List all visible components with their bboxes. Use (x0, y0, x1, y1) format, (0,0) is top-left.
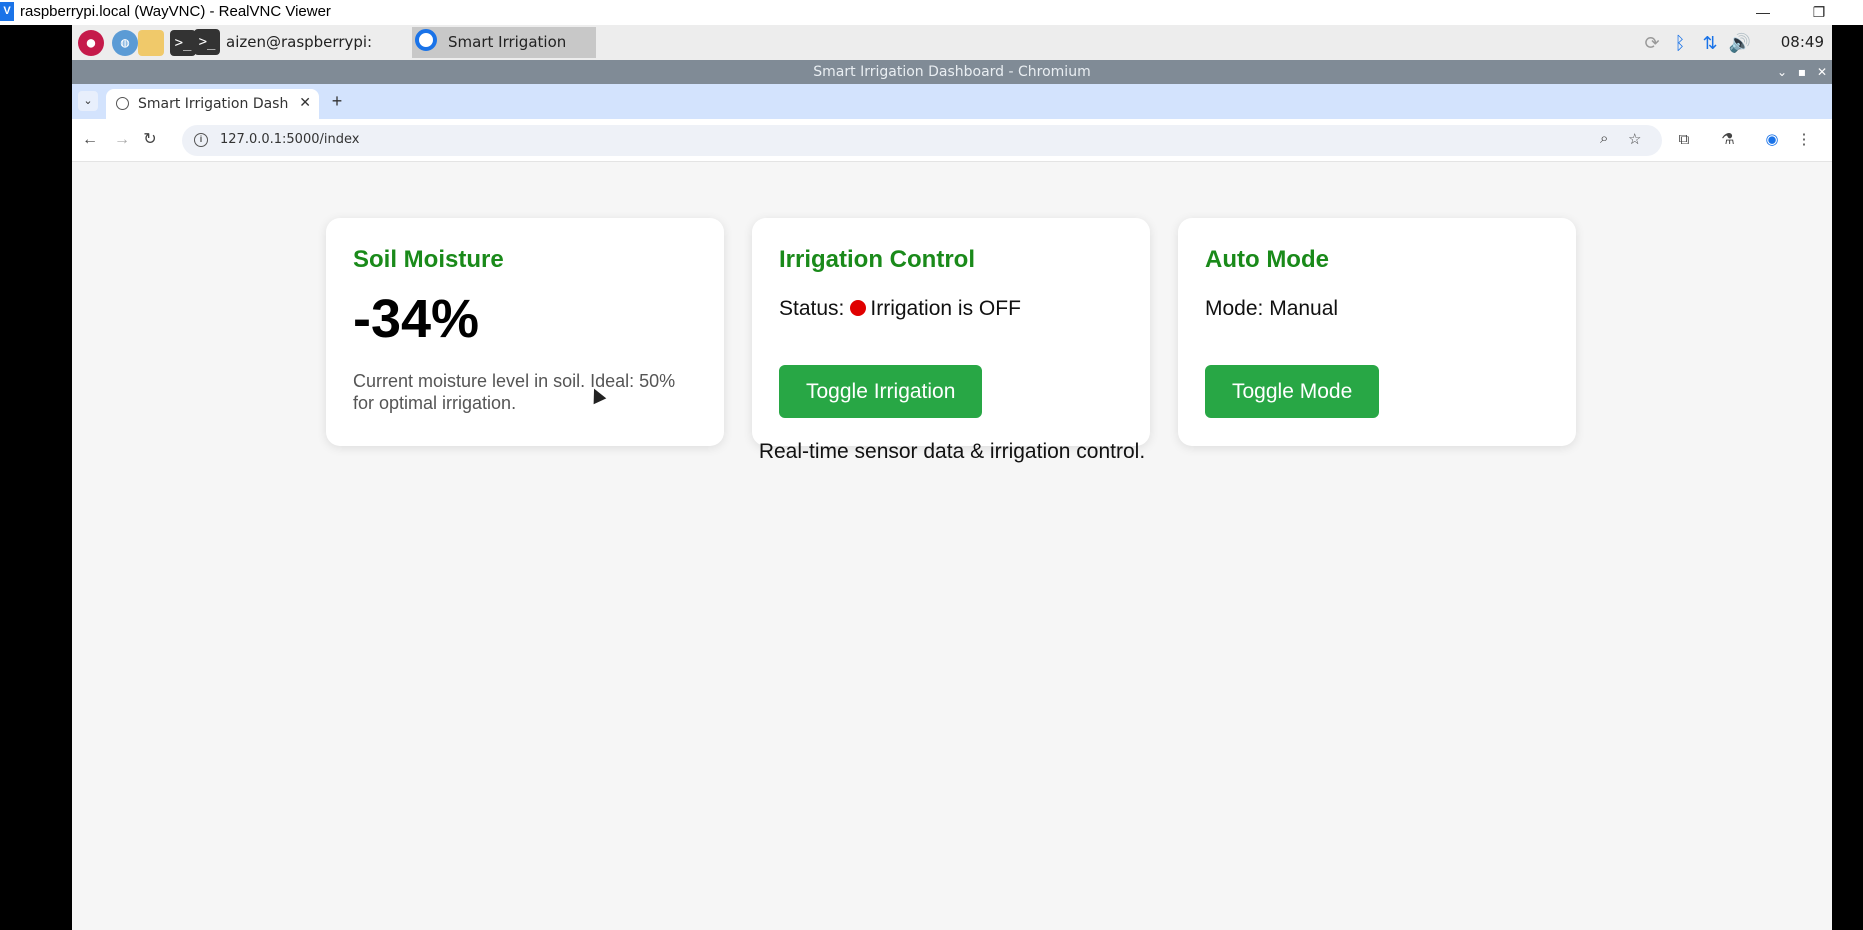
soil-moisture-value: -34% (353, 289, 480, 349)
globe-icon (116, 97, 129, 110)
url-text[interactable]: 127.0.0.1:5000/index (220, 132, 359, 147)
auto-mode-title: Auto Mode (1205, 246, 1329, 273)
window-title-text: Smart Irrigation Dashboard - Chromium (813, 64, 1091, 80)
file-manager-icon[interactable] (138, 30, 164, 56)
terminal-icon: >_ (194, 29, 220, 55)
vnc-title-bar: V raspberrypi.local (WayVNC) - RealVNC V… (0, 0, 1863, 25)
zoom-icon[interactable]: ⌕ (1600, 130, 1608, 147)
reload-icon[interactable]: ↻ (140, 130, 160, 150)
status-label: Status: (779, 297, 845, 320)
vnc-minimize-button[interactable]: — (1740, 0, 1786, 25)
taskbar-terminal-task[interactable]: >_ aizen@raspberrypi: ~ (194, 27, 372, 82)
pi-taskbar: ● ◍ >_ >_ aizen@raspberrypi: ~ Smart Irr… (72, 25, 1832, 82)
vnc-restore-button[interactable]: ❐ (1796, 0, 1842, 25)
tab-smart-irrigation[interactable]: Smart Irrigation Dashboard ✕ (106, 89, 319, 119)
web-browser-icon[interactable]: ◍ (112, 30, 138, 56)
soil-moisture-card: Soil Moisture -34% Current moisture leve… (326, 218, 724, 446)
forward-arrow-icon[interactable]: → (112, 130, 132, 150)
toggle-mode-button[interactable]: Toggle Mode (1205, 365, 1380, 418)
realvnc-logo-icon: V (0, 2, 14, 21)
toggle-irrigation-button[interactable]: Toggle Irrigation (779, 365, 983, 418)
terminal-icon[interactable]: >_ (170, 30, 196, 56)
profile-icon[interactable]: ◉ (1762, 130, 1782, 150)
new-tab-button[interactable]: + (327, 91, 347, 112)
bookmark-star-icon[interactable]: ☆ (1628, 130, 1641, 148)
chromium-icon (415, 29, 437, 51)
window-maximize-icon[interactable]: ▪ (1792, 60, 1812, 84)
labs-flask-icon[interactable]: ⚗ (1718, 130, 1738, 150)
irrigation-control-title: Irrigation Control (779, 246, 975, 273)
status-off-indicator (850, 300, 867, 316)
auto-mode-card: Auto Mode Mode: Manual Toggle Mode (1178, 218, 1576, 446)
taskbar-browser-task[interactable]: Smart Irrigation Das.. (412, 27, 596, 82)
mode-text: Mode: Manual (1205, 297, 1339, 320)
network-icon[interactable]: ⇅ (1698, 31, 1722, 55)
window-close-icon[interactable]: ✕ (1812, 60, 1832, 84)
sync-icon[interactable]: ⟳ (1640, 31, 1664, 55)
tab-search-chevron-icon[interactable]: ⌄ (78, 91, 98, 111)
bluetooth-icon[interactable]: ᛒ (1668, 31, 1692, 55)
site-info-icon[interactable]: i (194, 133, 208, 147)
browser-window-title: Smart Irrigation Dashboard - Chromium ⌄ … (72, 60, 1832, 84)
soil-moisture-title: Soil Moisture (353, 246, 504, 273)
irrigation-status: Status: Irrigation is OFF (779, 297, 1021, 321)
tab-close-icon[interactable]: ✕ (299, 94, 311, 111)
remote-desktop: ● ◍ >_ >_ aizen@raspberrypi: ~ Smart Irr… (72, 25, 1832, 930)
back-arrow-icon[interactable]: ← (80, 130, 100, 150)
browser-toolbar: ← → ↻ i 127.0.0.1:5000/index ⌕ ☆ ⧉ ⚗ ◉ ⋮ (72, 119, 1832, 162)
volume-icon[interactable]: 🔊 (1728, 31, 1752, 55)
clock[interactable]: 08:49 (1781, 33, 1824, 51)
address-bar[interactable]: i 127.0.0.1:5000/index ⌕ ☆ (182, 125, 1662, 156)
footer-text: Real-time sensor data & irrigation contr… (758, 440, 1146, 463)
irrigation-control-card: Irrigation Control Status: Irrigation is … (752, 218, 1150, 446)
soil-moisture-description: Current moisture level in soil. Ideal: 5… (353, 371, 676, 413)
status-text: Irrigation is OFF (870, 297, 1021, 320)
extensions-icon[interactable]: ⧉ (1674, 130, 1694, 150)
tab-label: Smart Irrigation Dashboard (138, 96, 288, 112)
tab-strip: ⌄ Smart Irrigation Dashboard ✕ + (72, 84, 1832, 119)
dashboard-page: Soil Moisture -34% Current moisture leve… (72, 163, 1832, 930)
window-minimize-icon[interactable]: ⌄ (1772, 60, 1792, 84)
menu-kebab-icon[interactable]: ⋮ (1794, 130, 1814, 150)
raspberry-menu-icon[interactable]: ● (78, 30, 104, 56)
vnc-window-title: raspberrypi.local (WayVNC) - RealVNC Vie… (20, 3, 331, 20)
